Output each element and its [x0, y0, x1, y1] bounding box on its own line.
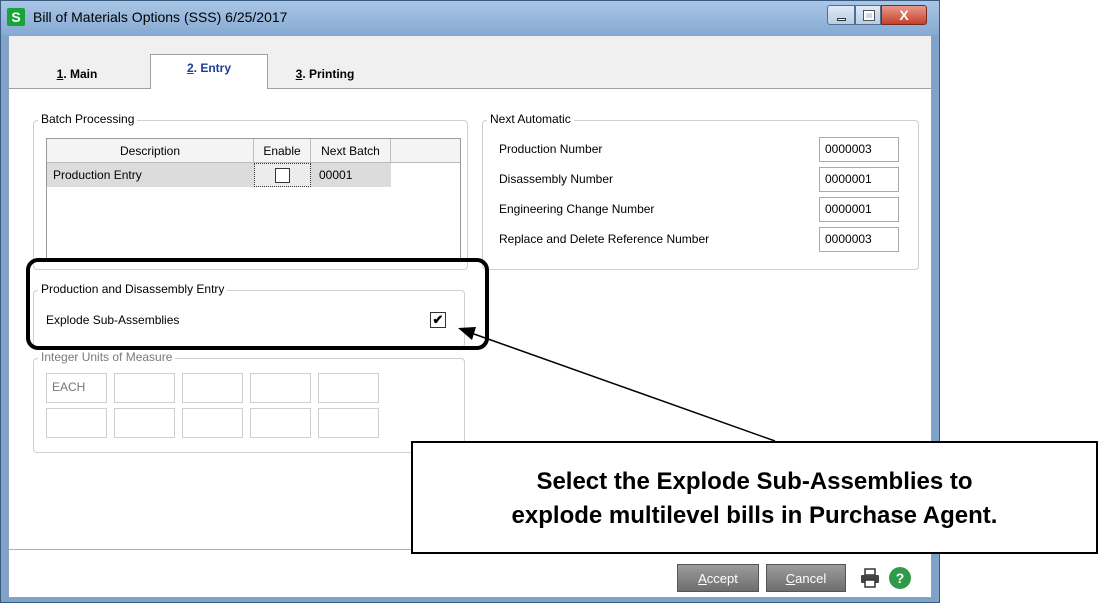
replace-delete-reference-field[interactable]: 0000003 [819, 227, 899, 252]
engineering-change-number-field[interactable]: 0000001 [819, 197, 899, 222]
engineering-change-number-label: Engineering Change Number [499, 202, 655, 216]
window-title: Bill of Materials Options (SSS) 6/25/201… [33, 9, 288, 25]
batch-processing-group: Batch Processing Description Enable Next… [33, 112, 468, 270]
close-icon: X [899, 7, 909, 23]
maximize-icon [863, 10, 875, 21]
cancel-button[interactable]: Cancel [766, 564, 846, 592]
disassembly-number-label: Disassembly Number [499, 172, 614, 186]
uom-field[interactable] [114, 408, 175, 438]
uom-field[interactable] [250, 408, 311, 438]
uom-field[interactable]: EACH [46, 373, 107, 403]
explode-sub-assemblies-label: Explode Sub-Assemblies [46, 313, 180, 327]
disassembly-number-field[interactable]: 0000001 [819, 167, 899, 192]
sage-app-icon: S [7, 8, 25, 26]
help-icon[interactable]: ? [889, 567, 911, 589]
integer-uom-title: Integer Units of Measure [38, 350, 176, 364]
uom-field[interactable] [318, 373, 379, 403]
production-number-label: Production Number [499, 142, 603, 156]
accept-label: ccept [706, 571, 738, 586]
uom-field[interactable] [46, 408, 107, 438]
batch-grid: Description Enable Next Batch Production… [46, 138, 461, 261]
close-button[interactable]: X [881, 5, 927, 25]
accept-hotkey: A [698, 571, 707, 586]
tab-printing-label: . Printing [302, 67, 355, 81]
tab-entry-hotkey: 2 [186, 61, 194, 75]
batch-grid-header: Description Enable Next Batch [47, 139, 460, 163]
uom-field[interactable] [250, 373, 311, 403]
production-entry-group: Production and Disassembly Entry Explode… [33, 282, 465, 348]
uom-field[interactable] [182, 408, 243, 438]
tab-printing[interactable]: 3. Printing [279, 58, 371, 88]
accept-button[interactable]: Accept [677, 564, 759, 592]
uom-field[interactable] [114, 373, 175, 403]
tab-divider [9, 88, 931, 89]
tab-entry[interactable]: 2. Entry [150, 54, 268, 89]
uom-field[interactable] [182, 373, 243, 403]
batch-processing-title: Batch Processing [38, 112, 138, 126]
table-row[interactable]: Production Entry 00001 [47, 163, 391, 187]
cell-description[interactable]: Production Entry [53, 163, 253, 187]
production-number-field[interactable]: 0000003 [819, 137, 899, 162]
column-enable[interactable]: Enable [254, 139, 311, 163]
uom-field[interactable] [318, 408, 379, 438]
tab-main-label: . Main [63, 67, 98, 81]
next-automatic-title: Next Automatic [487, 112, 574, 126]
tab-strip: 1. Main 3. Printing 2. Entry [9, 36, 931, 89]
column-next-batch[interactable]: Next Batch [311, 139, 391, 163]
column-description[interactable]: Description [47, 139, 254, 163]
minimize-button[interactable] [827, 5, 855, 25]
explode-sub-assemblies-checkbox[interactable]: ✔ [430, 312, 446, 328]
callout-box: Select the Explode Sub-Assemblies to exp… [411, 441, 1098, 554]
tab-entry-label: . Entry [193, 61, 232, 75]
enable-checkbox[interactable] [275, 168, 290, 183]
printer-icon[interactable] [859, 567, 881, 589]
cancel-label: ancel [795, 571, 827, 586]
production-entry-title: Production and Disassembly Entry [38, 282, 228, 296]
next-automatic-group: Next Automatic Production Number 0000003… [482, 112, 919, 270]
cancel-hotkey: C [785, 571, 796, 586]
integer-uom-group: Integer Units of Measure EACH [33, 350, 465, 453]
replace-delete-reference-label: Replace and Delete Reference Number [499, 232, 710, 246]
cell-enable[interactable] [254, 163, 311, 187]
cell-next-batch[interactable]: 00001 [319, 163, 389, 187]
minimize-icon [837, 18, 846, 21]
callout-line-1: Select the Explode Sub-Assemblies to [536, 468, 973, 495]
title-bar[interactable]: S Bill of Materials Options (SSS) 6/25/2… [1, 1, 939, 35]
callout-line-2: explode multilevel bills in Purchase Age… [511, 502, 998, 529]
tab-main[interactable]: 1. Main [31, 58, 123, 88]
maximize-button[interactable] [855, 5, 881, 25]
